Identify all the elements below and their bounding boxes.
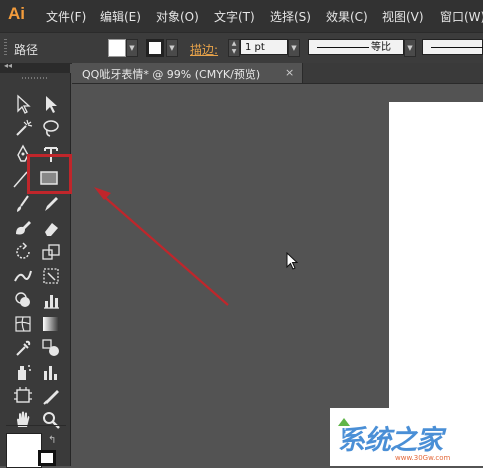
- mouse-cursor-icon: [286, 252, 299, 270]
- annotation-arrow-icon: [94, 187, 229, 306]
- watermark-url: www.30Gw.com: [395, 454, 451, 462]
- watermark-text: 系统之家: [338, 425, 443, 456]
